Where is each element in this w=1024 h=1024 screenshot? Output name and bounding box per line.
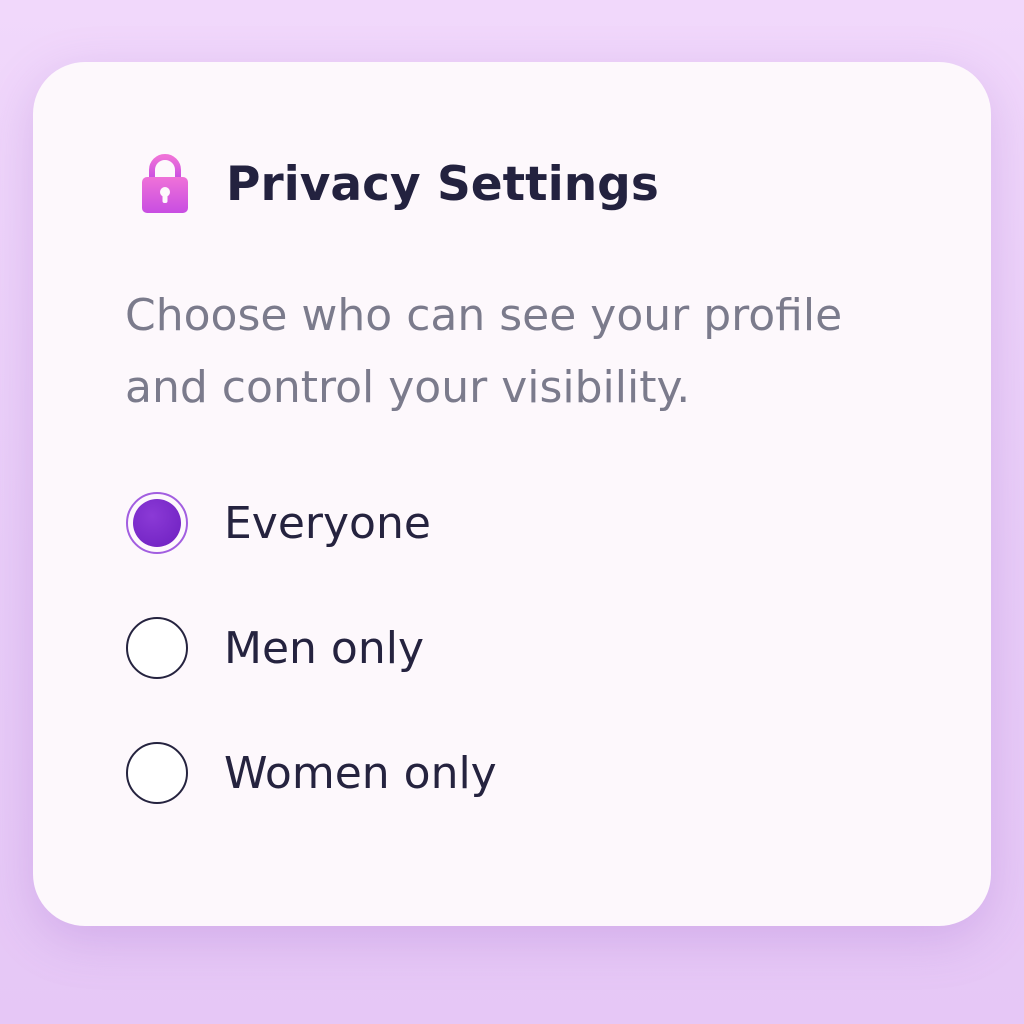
radio-women-only[interactable] bbox=[126, 742, 188, 804]
description-line-2: and control your visibility. bbox=[125, 362, 691, 413]
privacy-settings-card: Privacy Settings Choose who can see your… bbox=[33, 62, 991, 926]
description-line-1: Choose who can see your profile bbox=[125, 290, 843, 341]
option-label-everyone: Everyone bbox=[224, 497, 431, 549]
page-title: Privacy Settings bbox=[226, 156, 659, 212]
description-text: Choose who can see your profile and cont… bbox=[125, 280, 885, 424]
radio-selected-dot bbox=[133, 499, 181, 547]
visibility-radio-group: Everyone Men only Women only bbox=[126, 490, 497, 865]
option-everyone[interactable]: Everyone bbox=[126, 490, 497, 556]
lock-icon bbox=[142, 154, 188, 213]
radio-everyone[interactable] bbox=[126, 492, 188, 554]
card-header: Privacy Settings bbox=[140, 144, 659, 224]
option-label-women-only: Women only bbox=[224, 747, 497, 799]
option-men-only[interactable]: Men only bbox=[126, 615, 497, 681]
option-women-only[interactable]: Women only bbox=[126, 740, 497, 806]
radio-men-only[interactable] bbox=[126, 617, 188, 679]
option-label-men-only: Men only bbox=[224, 622, 424, 674]
